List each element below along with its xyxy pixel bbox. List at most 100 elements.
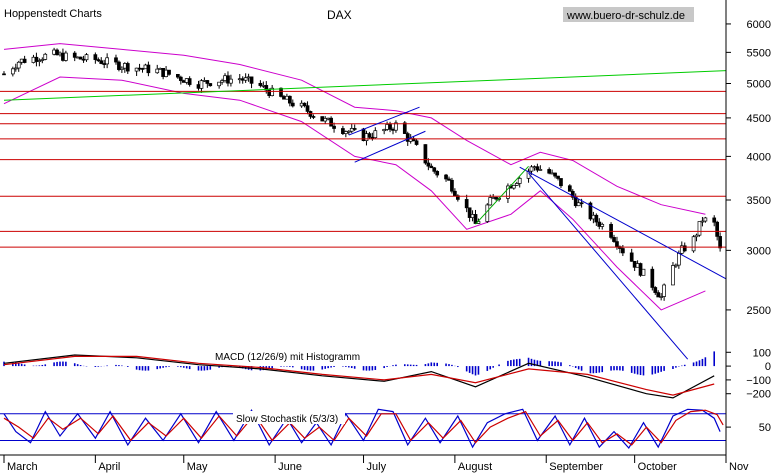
price-y-tick-label: 6000	[747, 19, 771, 31]
price-candle	[629, 252, 634, 262]
price-candle	[414, 140, 419, 145]
price-candle	[220, 80, 224, 83]
price-candle	[556, 175, 560, 179]
price-candle	[656, 292, 661, 298]
x-tick-label: October	[638, 461, 677, 473]
price-y-tick-label: 2500	[747, 305, 771, 317]
price-candle	[258, 82, 263, 86]
price-candle	[134, 67, 139, 72]
url-label[interactable]: www.buero-dr-schulz.de	[566, 10, 685, 22]
price-candle	[691, 236, 696, 252]
price-candle	[176, 73, 180, 78]
price-candle	[346, 130, 351, 133]
price-candle	[99, 60, 104, 64]
price-candle	[550, 172, 554, 175]
price-candle	[653, 287, 658, 293]
price-candle	[388, 124, 392, 130]
price-candle	[122, 63, 127, 69]
price-candle	[199, 80, 204, 89]
price-candle	[205, 80, 210, 84]
x-tick-label: September	[549, 461, 603, 473]
price-candle	[671, 265, 675, 286]
price-candle	[329, 117, 333, 127]
price-candle	[305, 105, 310, 112]
price-candle	[697, 221, 702, 236]
price-candle	[514, 183, 519, 186]
price-candle	[34, 56, 39, 62]
price-candle	[567, 185, 572, 192]
price-candle	[659, 296, 664, 298]
price-candle	[223, 75, 227, 81]
x-tick-label: June	[278, 461, 302, 473]
price-candle	[491, 197, 496, 199]
macd-y-tick-label: 0	[765, 361, 771, 373]
price-candle	[84, 54, 89, 61]
macd-title: MACD (12/26/9) mit Histogramm	[215, 352, 360, 363]
price-candle	[246, 76, 251, 79]
price-candle	[2, 73, 6, 76]
price-candle	[674, 264, 678, 267]
price-candle	[37, 60, 42, 62]
price-candle	[352, 128, 357, 130]
price-candle	[10, 68, 15, 75]
price-candle	[635, 263, 640, 268]
price-candle	[196, 84, 201, 89]
price-candle	[703, 217, 708, 222]
price-candle	[612, 237, 616, 242]
price-candle	[16, 61, 21, 69]
price-candle	[621, 248, 625, 254]
price-candle	[405, 133, 410, 142]
price-candle	[299, 102, 304, 107]
price-candle	[385, 124, 389, 130]
price-candle	[311, 116, 316, 118]
price-candle	[96, 59, 101, 62]
price-candle	[75, 56, 80, 59]
price-candle	[31, 56, 36, 63]
x-tick-label: May	[187, 461, 208, 473]
dax-chart: March April May June July August September Octo…	[0, 0, 776, 474]
price-candle	[423, 144, 428, 164]
price-candle	[429, 165, 434, 169]
price-candle	[158, 68, 163, 70]
x-tick-label: March	[7, 461, 38, 473]
price-candle	[367, 133, 372, 138]
price-candle	[364, 133, 369, 142]
price-candle	[78, 56, 83, 60]
price-candle	[579, 202, 584, 205]
price-candle	[55, 49, 59, 56]
price-candle	[117, 61, 121, 70]
price-candle	[13, 67, 18, 70]
price-candle	[632, 260, 637, 268]
price-y-tick-label: 4500	[747, 113, 771, 125]
price-candle	[426, 162, 431, 167]
price-candle	[114, 57, 118, 63]
price-candle	[181, 80, 186, 83]
price-candle	[341, 128, 345, 134]
price-candle	[137, 67, 142, 70]
price-candle	[343, 131, 348, 134]
price-candle	[178, 76, 183, 81]
price-candle	[102, 63, 107, 65]
price-candle	[402, 122, 407, 134]
price-candle	[143, 64, 148, 70]
price-candle	[600, 223, 605, 227]
price-candle	[638, 263, 643, 276]
x-tick-label: Nov	[729, 461, 749, 473]
price-candle	[323, 118, 328, 122]
price-candle	[237, 78, 242, 81]
price-candle	[208, 83, 213, 87]
price-candle	[184, 78, 189, 83]
price-candle	[290, 102, 295, 107]
price-candle	[81, 58, 86, 61]
price-candle	[464, 199, 469, 209]
price-candle	[125, 63, 130, 72]
price-candle	[662, 284, 666, 297]
price-candle	[444, 174, 448, 180]
stochastic-title: Slow Stochastik (5/3/3)	[236, 414, 338, 425]
price-candle	[332, 125, 336, 129]
price-candle	[529, 166, 534, 172]
price-candle	[470, 214, 475, 218]
price-candle	[576, 202, 581, 207]
price-candle	[535, 166, 540, 171]
price-candle	[447, 178, 451, 181]
